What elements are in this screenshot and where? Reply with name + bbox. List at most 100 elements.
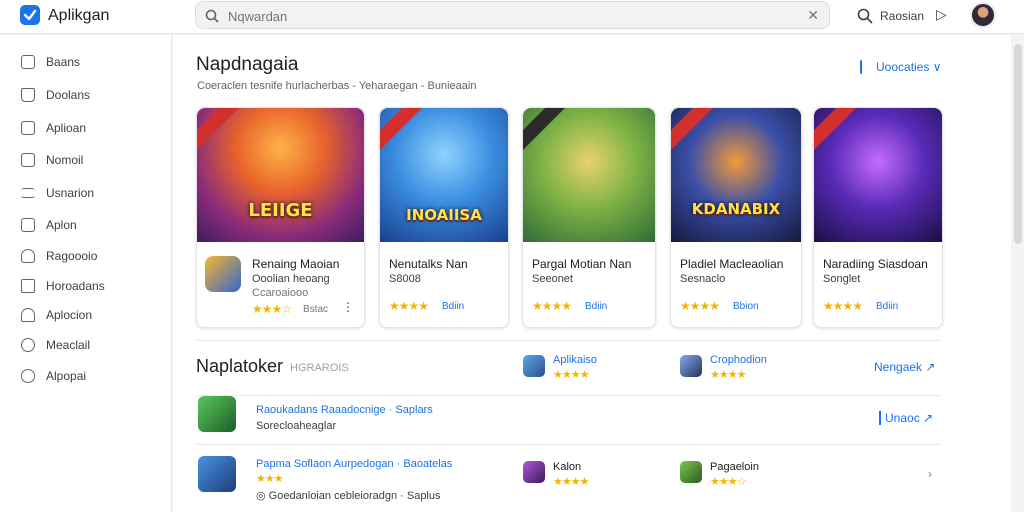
see-more-link[interactable]: Uoocaties ∨ xyxy=(860,60,941,74)
app-developer: Sesnaclo xyxy=(680,273,726,285)
app-developer: Seeonet xyxy=(532,273,573,285)
app-icon[interactable] xyxy=(523,355,545,377)
sidebar-item-label: Aplocion xyxy=(46,308,93,322)
search-input[interactable] xyxy=(228,6,788,26)
help-icon xyxy=(21,369,35,383)
sidebar-item-11[interactable]: Alpopai xyxy=(0,364,172,390)
search-bar[interactable]: ✕ xyxy=(195,1,830,29)
app-logo-icon[interactable] xyxy=(20,5,40,25)
app-name: Naradiing Siasdoan xyxy=(823,257,928,271)
sidebar-item-7[interactable]: Ragoooio xyxy=(0,244,172,270)
badge-ribbon xyxy=(380,108,427,153)
art-title: INOAIISA xyxy=(406,206,482,224)
list-item-title[interactable]: Papma Soflaon Aurpedogan · Baoatelas xyxy=(256,458,452,470)
chevron-right-icon[interactable]: › xyxy=(928,467,932,481)
list-item-subtitle: Sorecloaheaglar xyxy=(256,420,337,432)
badge-ribbon xyxy=(197,108,244,153)
list-item-subtitle: ◎ Goedanloian cebleioradgn · Saplus xyxy=(256,490,441,502)
store-icon xyxy=(21,279,35,293)
rating-value: Bdiin xyxy=(442,301,465,312)
star-rating: ★★★★ xyxy=(389,299,429,313)
list-item-title[interactable]: Raoukadans Raaadocnige · Saplars xyxy=(256,404,433,416)
clear-search-icon[interactable]: ✕ xyxy=(807,7,819,24)
sidebar-item-10[interactable]: Meaclail xyxy=(0,333,172,359)
divider xyxy=(196,395,940,396)
sidebar-item-label: Aplioan xyxy=(46,121,87,135)
rating-value: Bbion xyxy=(733,301,759,312)
sidebar-item-2[interactable]: Doolans xyxy=(0,83,172,109)
star-rating: ★★★★ xyxy=(823,299,863,313)
image-icon xyxy=(21,153,35,167)
app-developer: Ooolian heoang xyxy=(252,273,330,285)
sidebar-item-label: Horoadans xyxy=(46,279,105,293)
search-icon[interactable] xyxy=(856,7,874,25)
app-card[interactable]: INOAIISA Nenutalks Nan S8008 ★★★★ Bdiin xyxy=(379,107,509,328)
scrollbar[interactable] xyxy=(1014,44,1022,244)
divider xyxy=(196,340,940,341)
phone-icon xyxy=(21,218,35,232)
app-icon[interactable] xyxy=(680,355,702,377)
game-art: INOAIISA xyxy=(380,108,508,242)
app-icon[interactable] xyxy=(523,461,545,483)
app-name[interactable]: Kalon xyxy=(553,461,581,473)
top-bar: Aplikgan ✕ Raosian ▷ xyxy=(0,0,1024,34)
star-rating: ★★★★ xyxy=(680,299,720,313)
sidebar-item-9[interactable]: Aplocion xyxy=(0,303,172,329)
install-link[interactable]: Unaoc ↗ xyxy=(879,411,933,425)
shield-icon xyxy=(21,249,35,263)
app-card[interactable]: Naradiing Siasdoan Songlet ★★★★ Bdiin xyxy=(813,107,943,328)
app-developer: Songlet xyxy=(823,273,861,285)
sidebar-item-8[interactable]: Horoadans xyxy=(0,274,172,300)
view-all-link[interactable]: Nengaek ↗ xyxy=(874,360,935,374)
game-art: LEIIGE xyxy=(197,108,364,242)
sidebar-item-4[interactable]: Nomoil xyxy=(0,148,172,174)
star-rating: ★★★☆ xyxy=(252,302,292,316)
more-options-icon[interactable]: ⋮ xyxy=(342,300,354,314)
sidebar-item-label: Ragoooio xyxy=(46,249,98,263)
sidebar-item-label: Alpopai xyxy=(46,369,87,383)
app-icon[interactable] xyxy=(680,461,702,483)
app-name[interactable]: Crophodion xyxy=(710,354,767,366)
section-subtitle: Coeraclen tesnife hurlacherbas - Yeharae… xyxy=(197,80,477,92)
sidebar-item-label: Nomoil xyxy=(46,153,84,167)
sidebar-item-3[interactable]: Aplioan xyxy=(0,116,172,142)
sidebar-item-label: Usnarion xyxy=(46,186,95,200)
app-name: Nenutalks Nan xyxy=(389,257,468,271)
app-icon[interactable] xyxy=(198,396,236,432)
app-developer: S8008 xyxy=(389,273,421,285)
app-card[interactable]: KDANABIX Pladiel Macleaolian Sesnaclo ★★… xyxy=(670,107,802,328)
app-card[interactable]: Pargal Motian Nan Seeonet ★★★★ Bdiin xyxy=(522,107,656,328)
sidebar-item-label: Meaclail xyxy=(46,338,91,352)
sidebar-item-label: Aplon xyxy=(46,218,77,232)
badge-ribbon xyxy=(814,108,861,153)
chevron-right-icon[interactable]: ▷ xyxy=(936,6,947,23)
star-rating: ★★★ xyxy=(256,473,284,485)
section-title: Napdnagaia xyxy=(196,54,299,75)
sidebar-item-1[interactable]: Baans xyxy=(0,50,172,76)
app-category: Ccaroaiooo xyxy=(252,287,309,299)
art-title: KDANABIX xyxy=(691,200,781,218)
sidebar-item-6[interactable]: Aplon xyxy=(0,213,172,239)
app-name[interactable]: Pagaeloin xyxy=(710,461,759,473)
document-icon xyxy=(21,55,35,69)
app-name[interactable]: Aplikaiso xyxy=(553,354,597,366)
sidebar-item-label: Doolans xyxy=(46,88,91,102)
sidebar: Baans Doolans Aplioan Nomoil Usnarion Ap… xyxy=(0,35,172,512)
app-name: Renaing Maoian xyxy=(252,257,340,271)
rating-value: Bstac xyxy=(303,304,329,315)
avatar[interactable] xyxy=(970,2,996,28)
star-rating: ★★★★ xyxy=(553,369,589,381)
star-rating: ★★★☆ xyxy=(710,476,746,488)
app-card[interactable]: LEIIGE Renaing Maoian Ooolian heoang Cca… xyxy=(196,107,365,328)
edit-icon xyxy=(21,121,35,135)
menu-icon xyxy=(21,188,35,198)
user-icon xyxy=(21,308,35,322)
app-title: Aplikgan xyxy=(48,7,110,24)
account-label[interactable]: Raosian xyxy=(880,9,924,23)
app-icon[interactable] xyxy=(198,456,236,492)
sidebar-item-5[interactable]: Usnarion xyxy=(0,181,172,207)
badge-ribbon xyxy=(671,108,718,153)
info-icon xyxy=(21,338,35,352)
section-title: Naplatoker xyxy=(196,356,284,376)
game-art: KDANABIX xyxy=(671,108,801,242)
